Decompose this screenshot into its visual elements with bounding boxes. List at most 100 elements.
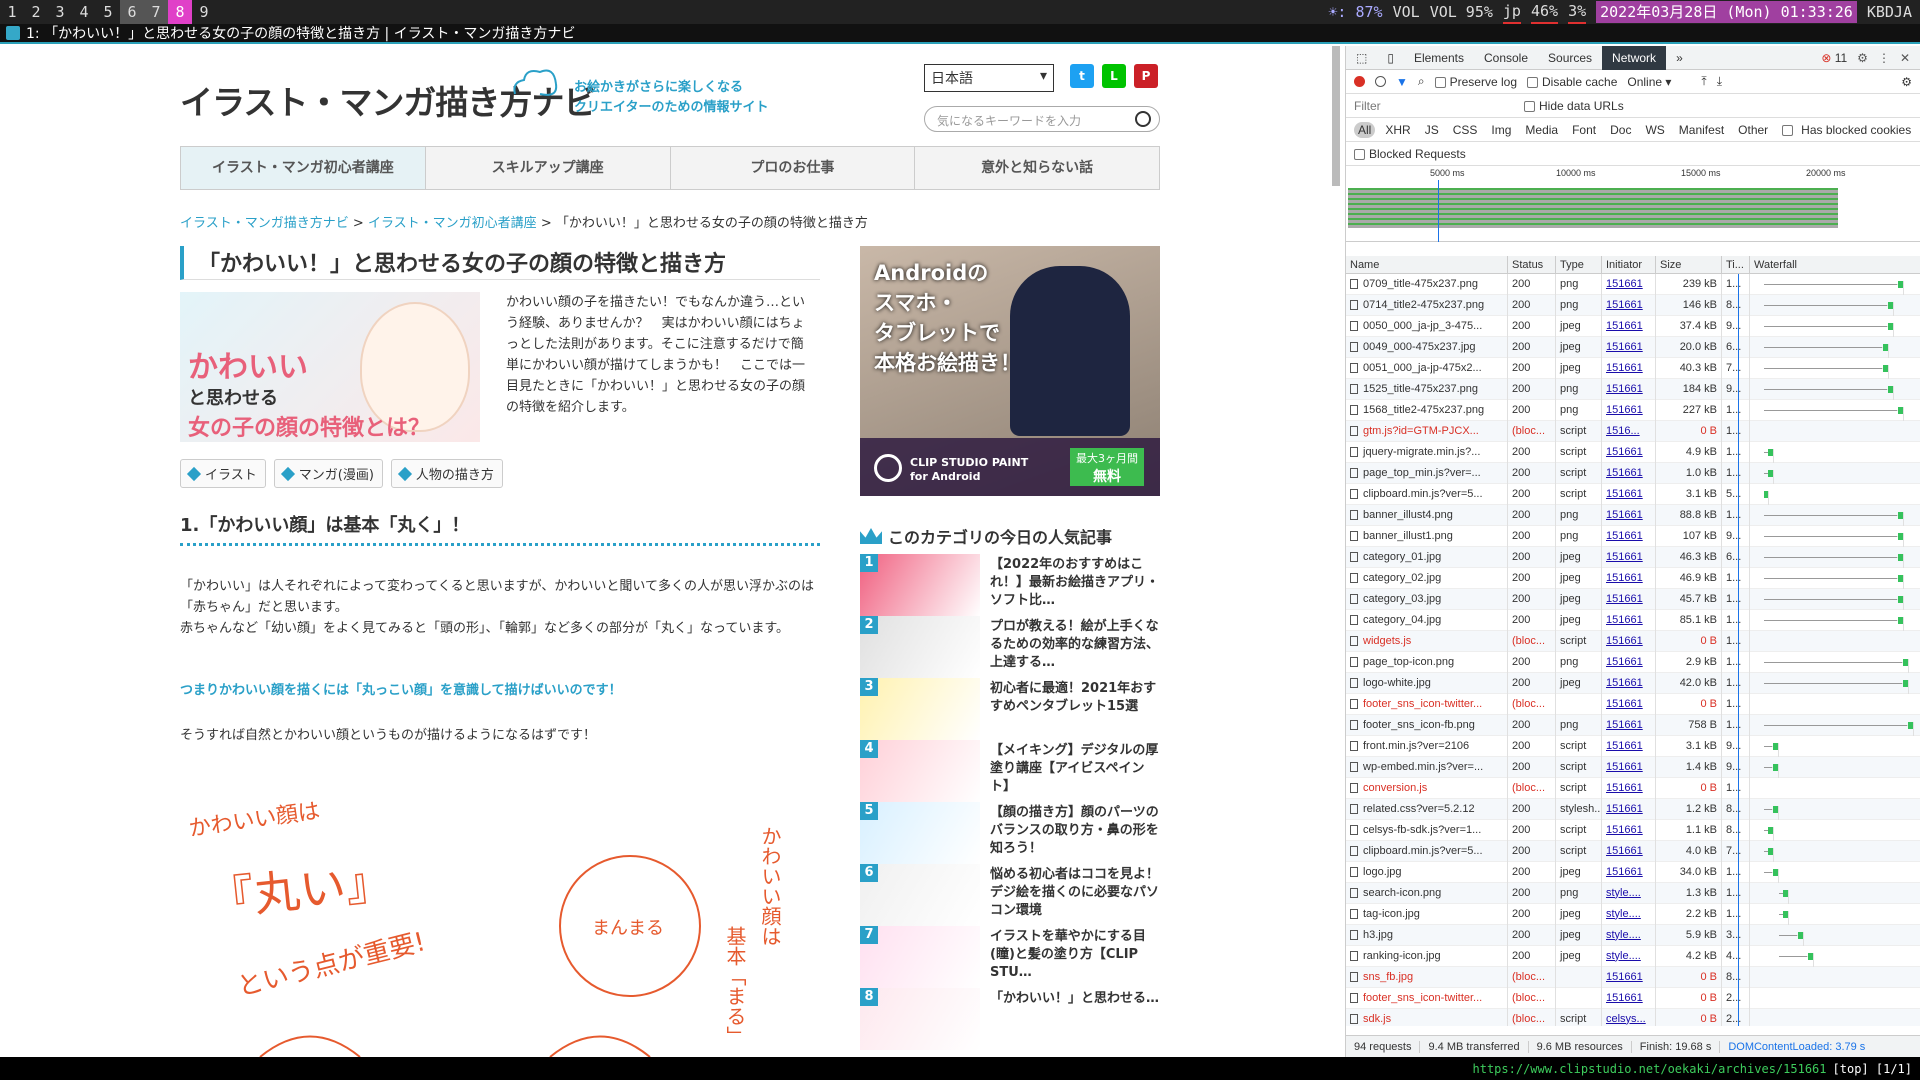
request-initiator[interactable]: 151661 xyxy=(1602,336,1656,358)
network-request-row[interactable]: 1568_title2-475x237.png 200 png 151661 227 k… xyxy=(1346,399,1920,421)
nav-item-beginner[interactable]: イラスト・マンガ初心者講座 xyxy=(181,147,426,189)
col-type[interactable]: Type xyxy=(1556,256,1602,273)
filter-icon[interactable]: ▼ xyxy=(1396,75,1408,89)
ranking-thumbnail[interactable]: 7 xyxy=(860,926,980,988)
ranking-title[interactable]: プロが教える！絵が上手くなるための効率的な練習方法、上達する… xyxy=(990,618,1160,672)
throttling-select[interactable]: Online ▾ xyxy=(1627,75,1671,89)
twitter-icon[interactable]: t xyxy=(1070,64,1094,88)
tab-elements[interactable]: Elements xyxy=(1404,46,1474,70)
filter-type-img[interactable]: Img xyxy=(1487,122,1515,138)
tab-console[interactable]: Console xyxy=(1474,46,1538,70)
ranking-title[interactable]: 【顔の描き方】顔のパーツのバランスの取り方・鼻の形を知ろう！ xyxy=(990,804,1160,858)
ranking-thumbnail[interactable]: 4 xyxy=(860,740,980,802)
filter-type-all[interactable]: All xyxy=(1354,121,1376,138)
request-initiator[interactable]: 151661 xyxy=(1602,987,1656,1009)
request-initiator[interactable]: 151661 xyxy=(1602,357,1656,379)
network-request-row[interactable]: logo.jpg 200 jpeg 151661 34.0 kB 1... xyxy=(1346,861,1920,883)
request-initiator[interactable]: style.... xyxy=(1602,882,1656,904)
ranking-title[interactable]: 【2022年のおすすめはこれ！】最新お絵描きアプリ・ソフト比… xyxy=(990,556,1160,610)
ranking-thumbnail[interactable]: 3 xyxy=(860,678,980,740)
network-request-row[interactable]: category_01.jpg 200 jpeg 151661 46.3 kB 6... xyxy=(1346,546,1920,568)
import-har-icon[interactable]: ⤒ xyxy=(1701,74,1706,89)
ranking-title[interactable]: 悩める初心者はココを見よ！デジ絵を描くのに必要なパソコン環境 xyxy=(990,866,1160,920)
hide-data-urls-checkbox[interactable]: Hide data URLs xyxy=(1524,99,1624,113)
ranking-thumbnail[interactable]: 2 xyxy=(860,616,980,678)
settings-gear-icon[interactable]: ⚙ xyxy=(1857,51,1868,65)
ranking-item[interactable]: 3 初心者に最適！2021年おすすめペンタブレット15選 xyxy=(860,678,1160,740)
request-initiator[interactable]: 151661 xyxy=(1602,294,1656,316)
filter-type-js[interactable]: JS xyxy=(1421,122,1443,138)
network-request-row[interactable]: jquery-migrate.min.js?... 200 script 151661… xyxy=(1346,441,1920,463)
ranking-title[interactable]: 【メイキング】デジタルの厚塗り講座【アイビスペイント】 xyxy=(990,742,1160,796)
network-request-row[interactable]: clipboard.min.js?ver=5... 200 script 151661… xyxy=(1346,840,1920,862)
workspace-5[interactable]: 5 xyxy=(96,0,120,24)
request-initiator[interactable]: 151661 xyxy=(1602,588,1656,610)
workspace-7[interactable]: 7 xyxy=(144,0,168,24)
request-initiator[interactable]: 151661 xyxy=(1602,693,1656,715)
ranking-item[interactable]: 6 悩める初心者はココを見よ！デジ絵を描くのに必要なパソコン環境 xyxy=(860,864,1160,926)
network-request-row[interactable]: logo-white.jpg 200 jpeg 151661 42.0 kB 1... xyxy=(1346,672,1920,694)
network-request-row[interactable]: celsys-fb-sdk.js?ver=1... 200 script 151661… xyxy=(1346,819,1920,841)
request-initiator[interactable]: 151661 xyxy=(1602,546,1656,568)
request-initiator[interactable]: 151661 xyxy=(1602,525,1656,547)
pinterest-icon[interactable]: P xyxy=(1134,64,1158,88)
request-initiator[interactable]: 151661 xyxy=(1602,861,1656,883)
workspace-4[interactable]: 4 xyxy=(72,0,96,24)
has-blocked-cookies-checkbox[interactable]: Has blocked cookies xyxy=(1778,122,1919,138)
disable-cache-checkbox[interactable]: Disable cache xyxy=(1527,75,1617,89)
blocked-requests-checkbox[interactable]: Blocked Requests xyxy=(1354,147,1466,161)
line-icon[interactable]: L xyxy=(1102,64,1126,88)
request-initiator[interactable]: 151661 xyxy=(1602,483,1656,505)
request-initiator[interactable]: 151661 xyxy=(1602,378,1656,400)
network-request-row[interactable]: 0709_title-475x237.png 200 png 151661 239 kB… xyxy=(1346,273,1920,295)
request-initiator[interactable]: 151661 xyxy=(1602,651,1656,673)
page-scrollbar[interactable] xyxy=(1332,46,1340,186)
request-initiator[interactable]: style.... xyxy=(1602,945,1656,967)
network-overview-timeline[interactable]: 5000 ms 10000 ms 15000 ms 20000 ms xyxy=(1346,166,1920,242)
ranking-thumbnail[interactable]: 1 xyxy=(860,554,980,616)
request-initiator[interactable]: 151661 xyxy=(1602,609,1656,631)
clear-icon[interactable] xyxy=(1375,76,1386,87)
network-request-row[interactable]: h3.jpg 200 jpeg style.... 5.9 kB 3... xyxy=(1346,924,1920,946)
record-icon[interactable] xyxy=(1354,76,1365,87)
request-initiator[interactable]: 151661 xyxy=(1602,966,1656,988)
filter-type-media[interactable]: Media xyxy=(1521,122,1562,138)
request-initiator[interactable]: 151661 xyxy=(1602,798,1656,820)
ranking-title[interactable]: 初心者に最適！2021年おすすめペンタブレット15選 xyxy=(990,680,1160,716)
nav-item-trivia[interactable]: 意外と知らない話 xyxy=(915,147,1159,189)
ranking-item[interactable]: 4 【メイキング】デジタルの厚塗り講座【アイビスペイント】 xyxy=(860,740,1160,802)
filter-input[interactable]: Filter xyxy=(1354,99,1514,113)
workspace-3[interactable]: 3 xyxy=(48,0,72,24)
network-settings-icon[interactable]: ⚙ xyxy=(1901,75,1920,89)
tag-figure[interactable]: 人物の描き方 xyxy=(390,459,503,488)
col-status[interactable]: Status xyxy=(1508,256,1556,273)
tab-sources[interactable]: Sources xyxy=(1538,46,1602,70)
ranking-item[interactable]: 2 プロが教える！絵が上手くなるための効率的な練習方法、上達する… xyxy=(860,616,1160,678)
search-icon[interactable] xyxy=(1135,111,1151,127)
ranking-item[interactable]: 8 「かわいい！」と思わせる… xyxy=(860,988,1160,1050)
ranking-item[interactable]: 5 【顔の描き方】顔のパーツのバランスの取り方・鼻の形を知ろう！ xyxy=(860,802,1160,864)
col-name[interactable]: Name xyxy=(1346,256,1508,273)
tag-illust[interactable]: イラスト xyxy=(180,459,266,488)
web-page[interactable]: イラスト・マンガ描き方ナビ お絵かきがさらに楽しくなる クリエイターのための情報… xyxy=(0,46,1340,1057)
export-har-icon[interactable]: ⤓ xyxy=(1717,74,1722,89)
breadcrumb-category[interactable]: イラスト・マンガ初心者講座 xyxy=(368,216,537,231)
request-initiator[interactable]: 1516... xyxy=(1602,420,1656,442)
tab-network[interactable]: Network xyxy=(1602,45,1667,70)
tag-manga[interactable]: マンガ(漫画) xyxy=(273,459,383,488)
workspace-9[interactable]: 9 xyxy=(192,0,216,24)
request-initiator[interactable]: 151661 xyxy=(1602,630,1656,652)
request-initiator[interactable]: 151661 xyxy=(1602,399,1656,421)
request-initiator[interactable]: 151661 xyxy=(1602,672,1656,694)
nav-item-skillup[interactable]: スキルアップ講座 xyxy=(426,147,671,189)
language-select[interactable]: 日本語 ▾ xyxy=(924,64,1054,92)
network-request-row[interactable]: footer_sns_icon-twitter... (bloc... 151661… xyxy=(1346,693,1920,715)
filter-type-manifest[interactable]: Manifest xyxy=(1675,122,1728,138)
ranking-thumbnail[interactable]: 5 xyxy=(860,802,980,864)
request-initiator[interactable]: 151661 xyxy=(1602,567,1656,589)
nav-item-pro-work[interactable]: プロのお仕事 xyxy=(671,147,916,189)
network-request-row[interactable]: 0051_000_ja-jp-475x2... 200 jpeg 151661 40.3… xyxy=(1346,357,1920,379)
ranking-item[interactable]: 1 【2022年のおすすめはこれ！】最新お絵描きアプリ・ソフト比… xyxy=(860,554,1160,616)
col-time[interactable]: Ti... xyxy=(1722,256,1750,273)
request-initiator[interactable]: 151661 xyxy=(1602,756,1656,778)
